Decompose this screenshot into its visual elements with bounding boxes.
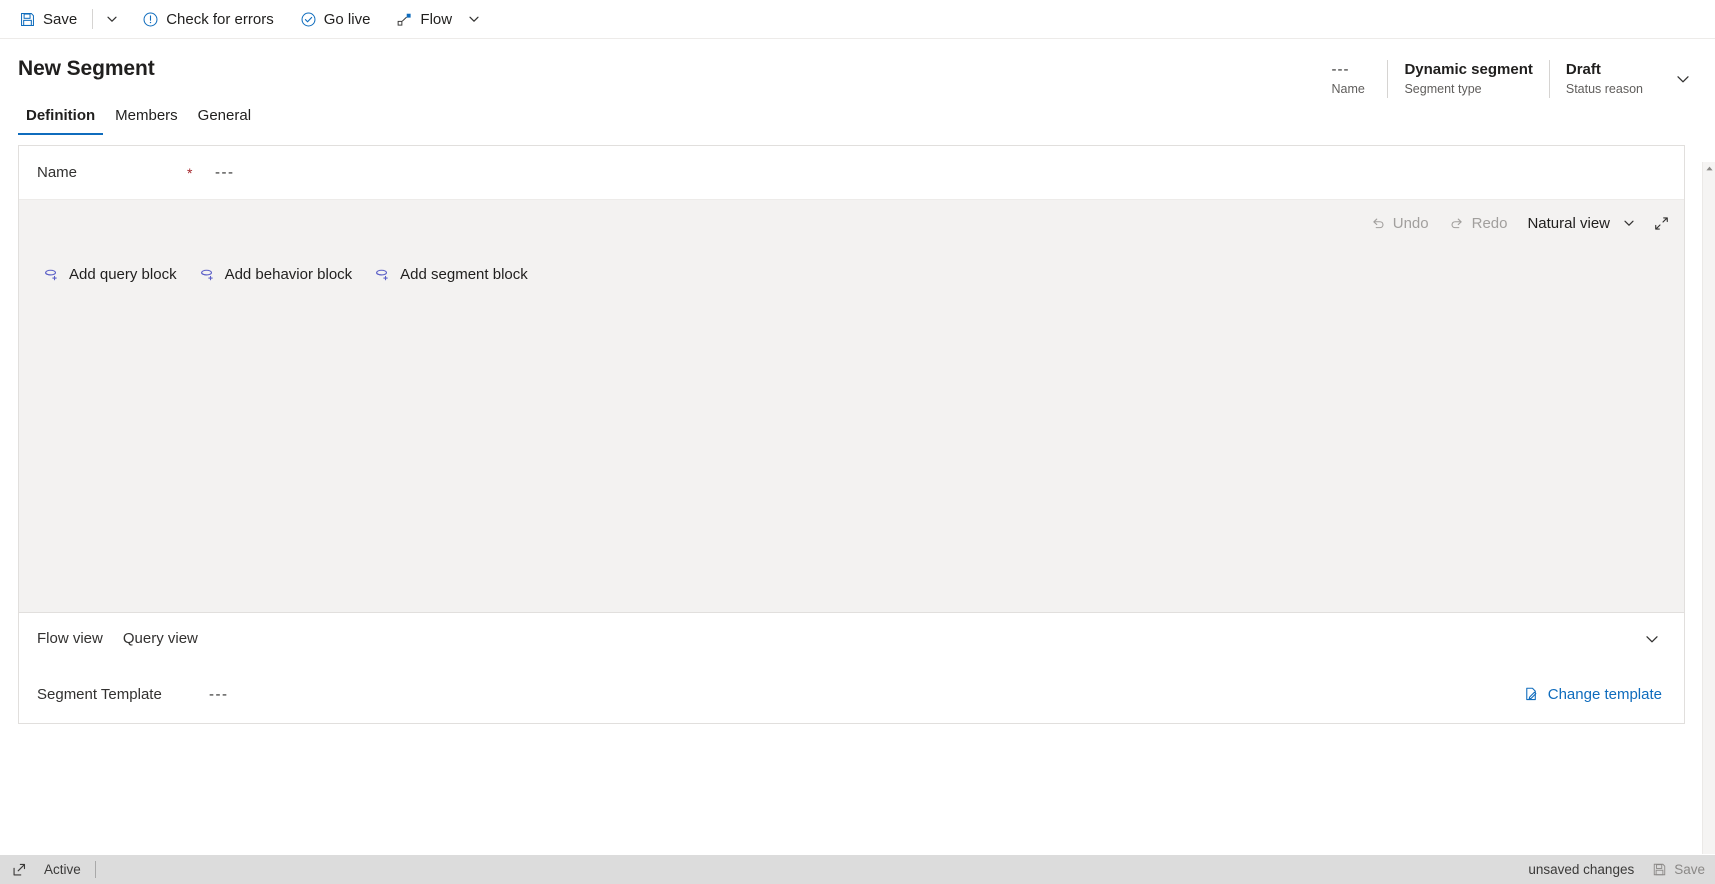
save-button-label: Save [43, 10, 78, 28]
unsaved-changes-text: unsaved changes [1528, 862, 1635, 877]
scrollbar-up-button[interactable] [1703, 162, 1715, 174]
tab-definition[interactable]: Definition [18, 106, 104, 135]
header-meta-name-label: Name [1331, 82, 1365, 96]
flow-label: Flow [420, 10, 453, 28]
header-meta-group: --- Name Dynamic segment Segment type Dr… [1315, 55, 1699, 101]
header-meta-segment-type: Dynamic segment Segment type [1387, 60, 1548, 98]
tab-members-label: Members [115, 107, 178, 124]
chevron-down-icon [468, 13, 480, 25]
add-behavior-block-icon [199, 266, 216, 283]
status-bar-state: Active [44, 862, 81, 877]
header-meta-status-reason-label: Status reason [1565, 82, 1643, 96]
tab-general-label: General [197, 107, 252, 124]
status-bar: Active unsaved changes Save [0, 855, 1715, 884]
name-field-label: Name [37, 164, 78, 181]
command-bar: Save Check for errors Go live Flow [0, 0, 1715, 39]
status-bar-separator [94, 861, 96, 878]
canvas-toolbar: Undo Redo Natural view [1361, 200, 1676, 246]
header-meta-name-value: --- [1331, 61, 1350, 78]
flow-button[interactable]: Flow [387, 4, 461, 35]
change-template-label: Change template [1547, 685, 1662, 703]
status-bar-right-group: unsaved changes Save [1528, 862, 1705, 877]
header-meta-status-reason-value: Draft [1565, 61, 1601, 78]
save-button[interactable]: Save [10, 4, 86, 35]
undo-button[interactable]: Undo [1361, 208, 1438, 238]
canvas-fullscreen-button[interactable] [1646, 208, 1676, 238]
name-required-indicator: * [187, 164, 193, 181]
chevron-down-icon [1623, 217, 1635, 229]
change-template-button[interactable]: Change template [1517, 682, 1668, 707]
page-edit-icon [1523, 686, 1540, 703]
page-title: New Segment [18, 57, 155, 80]
undo-label: Undo [1392, 214, 1429, 232]
go-live-label: Go live [323, 10, 371, 28]
check-for-errors-button[interactable]: Check for errors [133, 4, 283, 35]
view-tabs-row: Flow view Query view [19, 613, 1684, 665]
command-separator [92, 9, 94, 29]
status-bar-save-label: Save [1674, 862, 1705, 877]
chevron-down-icon [1644, 631, 1660, 647]
view-mode-label: Natural view [1527, 214, 1610, 232]
add-behavior-block-button[interactable]: Add behavior block [193, 262, 359, 287]
popout-button[interactable] [8, 862, 30, 877]
segment-designer-canvas[interactable]: Undo Redo Natural view Add query block A… [19, 200, 1684, 613]
segment-template-label: Segment Template [37, 685, 162, 703]
save-disk-icon [1652, 862, 1667, 877]
segment-template-row: Segment Template --- Change template [19, 665, 1684, 723]
chevron-down-icon [1675, 71, 1691, 87]
save-disk-icon [19, 11, 36, 28]
add-query-block-label: Add query block [69, 266, 177, 283]
tab-query-view[interactable]: Query view [113, 629, 208, 649]
flow-dropdown-button[interactable] [461, 4, 487, 35]
tab-general[interactable]: General [190, 106, 259, 135]
check-circle-icon [300, 11, 317, 28]
go-live-button[interactable]: Go live [291, 4, 380, 35]
add-behavior-block-label: Add behavior block [224, 266, 353, 283]
tab-strip: Definition Members General [0, 99, 1715, 135]
page-header: New Segment --- Name Dynamic segment Seg… [0, 39, 1715, 99]
header-meta-segment-type-value: Dynamic segment [1404, 61, 1533, 78]
chevron-down-icon [106, 13, 118, 25]
tab-members[interactable]: Members [107, 106, 186, 135]
redo-button[interactable]: Redo [1440, 208, 1517, 238]
segment-template-value: --- [209, 685, 229, 703]
flow-icon [396, 11, 413, 28]
redo-label: Redo [1471, 214, 1508, 232]
name-input[interactable]: --- [215, 164, 235, 181]
tab-query-view-label: Query view [122, 630, 198, 647]
add-query-block-button[interactable]: Add query block [37, 262, 183, 287]
caret-up-icon [1705, 165, 1714, 172]
add-segment-block-label: Add segment block [400, 266, 528, 283]
undo-arrow-icon [1370, 215, 1386, 231]
status-bar-save-button[interactable]: Save [1652, 862, 1705, 877]
add-query-block-icon [43, 266, 60, 283]
header-meta-segment-type-label: Segment type [1404, 82, 1482, 96]
vertical-scrollbar[interactable] [1702, 162, 1715, 854]
popout-icon [12, 862, 27, 877]
tab-definition-label: Definition [26, 107, 96, 124]
check-for-errors-label: Check for errors [166, 10, 274, 28]
expand-diagonal-icon [1653, 215, 1670, 232]
view-mode-dropdown[interactable]: Natural view [1518, 208, 1644, 238]
tab-flow-view[interactable]: Flow view [37, 629, 113, 649]
definition-card: Name * --- Undo Redo Natural view Add qu… [18, 145, 1685, 724]
header-meta-name: --- Name [1315, 60, 1387, 98]
exclamation-circle-icon [142, 11, 159, 28]
header-meta-status-reason: Draft Status reason [1548, 60, 1659, 98]
tab-flow-view-label: Flow view [37, 630, 103, 647]
save-dropdown-button[interactable] [99, 4, 125, 35]
header-expand-button[interactable] [1667, 63, 1699, 95]
add-segment-block-icon [374, 266, 391, 283]
add-block-toolbar: Add query block Add behavior block Add s… [37, 262, 534, 287]
view-tabs-collapse-button[interactable] [1636, 623, 1668, 655]
name-field-row: Name * --- [19, 146, 1684, 200]
redo-arrow-icon [1449, 215, 1465, 231]
add-segment-block-button[interactable]: Add segment block [368, 262, 534, 287]
